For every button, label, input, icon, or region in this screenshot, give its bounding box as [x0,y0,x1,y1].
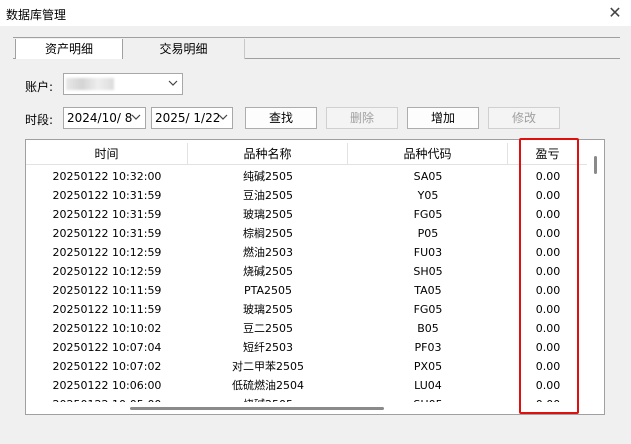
account-redacted [66,78,114,90]
tab-bar: 资产明细 交易明细 [13,37,620,59]
tab-asset-details[interactable]: 资产明细 [15,39,123,59]
table-row[interactable]: 20250122 10:07:04 短纤2503 PF03 0.00 [26,338,588,357]
cell-time: 20250122 10:05:00 [26,395,188,402]
table-row[interactable]: 20250122 10:11:59 PTA2505 TA05 0.00 [26,281,588,300]
modify-button[interactable]: 修改 [488,107,560,129]
cell-time: 20250122 10:31:59 [52,189,162,202]
cell-instrument-code: Y05 [417,189,439,202]
date-from-picker[interactable]: 2024/10/ 8 [63,107,146,129]
cell-instrument-code: PF03 [414,341,442,354]
database-manager-window: 数据库管理 ✕ 资产明细 交易明细 账户: 时段: 2024/10/ 8 202… [0,0,631,444]
table-row[interactable]: 20250122 10:32:00 纯碱2505 SA05 0.00 [26,167,588,186]
table-row[interactable]: 20250122 10:12:59 燃油2503 FU03 0.00 [26,243,588,262]
window-title: 数据库管理 [6,8,67,22]
cell-instrument-code: SA05 [413,170,443,183]
cell-instrument-code: PX05 [413,360,443,373]
period-label: 时段: [25,113,54,127]
table-row[interactable]: 20250122 10:10:02 豆二2505 B05 0.00 [26,319,588,338]
vertical-scrollbar[interactable] [587,140,604,402]
cell-instrument-name: 燃油2503 [243,246,293,259]
profit-loss-highlight-box [519,138,579,414]
close-icon[interactable]: ✕ [605,3,625,23]
cell-instrument-name: 烧碱2505 [188,395,348,402]
date-from-value: 2024/10/ 8 [67,111,133,125]
table-row[interactable]: 20250122 10:12:59 烧碱2505 SH05 0.00 [26,262,588,281]
table-header: 时间 品种名称 品种代码 盈亏 [26,143,588,165]
data-grid: 时间 品种名称 品种代码 盈亏 20250122 10:32:00 纯碱2505 S… [25,139,605,415]
account-label: 账户: [25,80,54,94]
cell-instrument-name: PTA2505 [243,284,293,297]
column-header-time[interactable]: 时间 [26,143,188,164]
cell-time: 20250122 10:31:59 [52,208,162,221]
cell-instrument-code: P05 [417,227,439,240]
column-header-instrument-name[interactable]: 品种名称 [188,143,348,164]
cell-instrument-name: 豆油2505 [243,189,293,202]
table-row[interactable]: 20250122 10:31:59 玻璃2505 FG05 0.00 [26,205,588,224]
cell-instrument-name: 纯碱2505 [243,170,293,183]
cell-time: 20250122 10:12:59 [52,265,162,278]
horizontal-scroll-thumb[interactable] [130,407,384,410]
cell-time: 20250122 10:11:59 [52,284,162,297]
cell-time: 20250122 10:07:02 [52,360,162,373]
cell-time: 20250122 10:07:04 [52,341,162,354]
date-to-value: 2025/ 1/22 [155,111,221,125]
cell-instrument-name: 对二甲苯2505 [232,360,304,373]
tab-trade-details[interactable]: 交易明细 [123,39,245,59]
add-button[interactable]: 增加 [407,107,479,129]
cell-instrument-name: 玻璃2505 [243,303,293,316]
cell-time: 20250122 10:10:02 [52,322,162,335]
cell-instrument-name: 棕榈2505 [243,227,293,240]
cell-time: 20250122 10:31:59 [52,227,162,240]
cell-instrument-code: TA05 [414,284,442,297]
cell-instrument-name: 短纤2503 [243,341,293,354]
cell-instrument-name: 豆二2505 [243,322,293,335]
table-row[interactable]: 20250122 10:31:59 棕榈2505 P05 0.00 [26,224,588,243]
cell-time: 20250122 10:12:59 [52,246,162,259]
table-row[interactable]: 20250122 10:31:59 豆油2505 Y05 0.00 [26,186,588,205]
delete-button[interactable]: 删除 [326,107,398,129]
cell-instrument-name: 低硫燃油2504 [232,379,304,392]
cell-instrument-code: SH05 [413,265,443,278]
cell-time: 20250122 10:06:00 [52,379,162,392]
cell-instrument-code: B05 [417,322,439,335]
date-to-picker[interactable]: 2025/ 1/22 [151,107,233,129]
cell-instrument-code: SH05 [348,395,508,402]
cell-instrument-code: FG05 [413,208,443,221]
table-row[interactable]: 20250122 10:05:00烧碱2505SH050.00 [26,395,588,402]
cell-instrument-name: 烧碱2505 [243,265,293,278]
account-select[interactable] [63,73,183,95]
chevron-down-icon [218,114,228,120]
cell-instrument-code: FG05 [413,303,443,316]
search-button[interactable]: 查找 [245,107,317,129]
title-bar: 数据库管理 ✕ [0,0,631,26]
table-row[interactable]: 20250122 10:07:02 对二甲苯2505 PX05 0.00 [26,357,588,376]
cell-time: 20250122 10:11:59 [52,303,162,316]
table-row[interactable]: 20250122 10:06:00 低硫燃油2504 LU04 0.00 [26,376,588,395]
column-header-instrument-code[interactable]: 品种代码 [348,143,508,164]
cell-instrument-name: 玻璃2505 [243,208,293,221]
chevron-down-icon [131,114,141,120]
table-row[interactable]: 20250122 10:11:59 玻璃2505 FG05 0.00 [26,300,588,319]
cell-instrument-code: FU03 [413,246,443,259]
chevron-down-icon [168,80,178,86]
cell-instrument-code: LU04 [414,379,442,392]
vertical-scroll-thumb[interactable] [594,156,597,174]
grid-body: 时间 品种名称 品种代码 盈亏 20250122 10:32:00 纯碱2505 S… [26,140,588,402]
cell-time: 20250122 10:32:00 [52,170,162,183]
